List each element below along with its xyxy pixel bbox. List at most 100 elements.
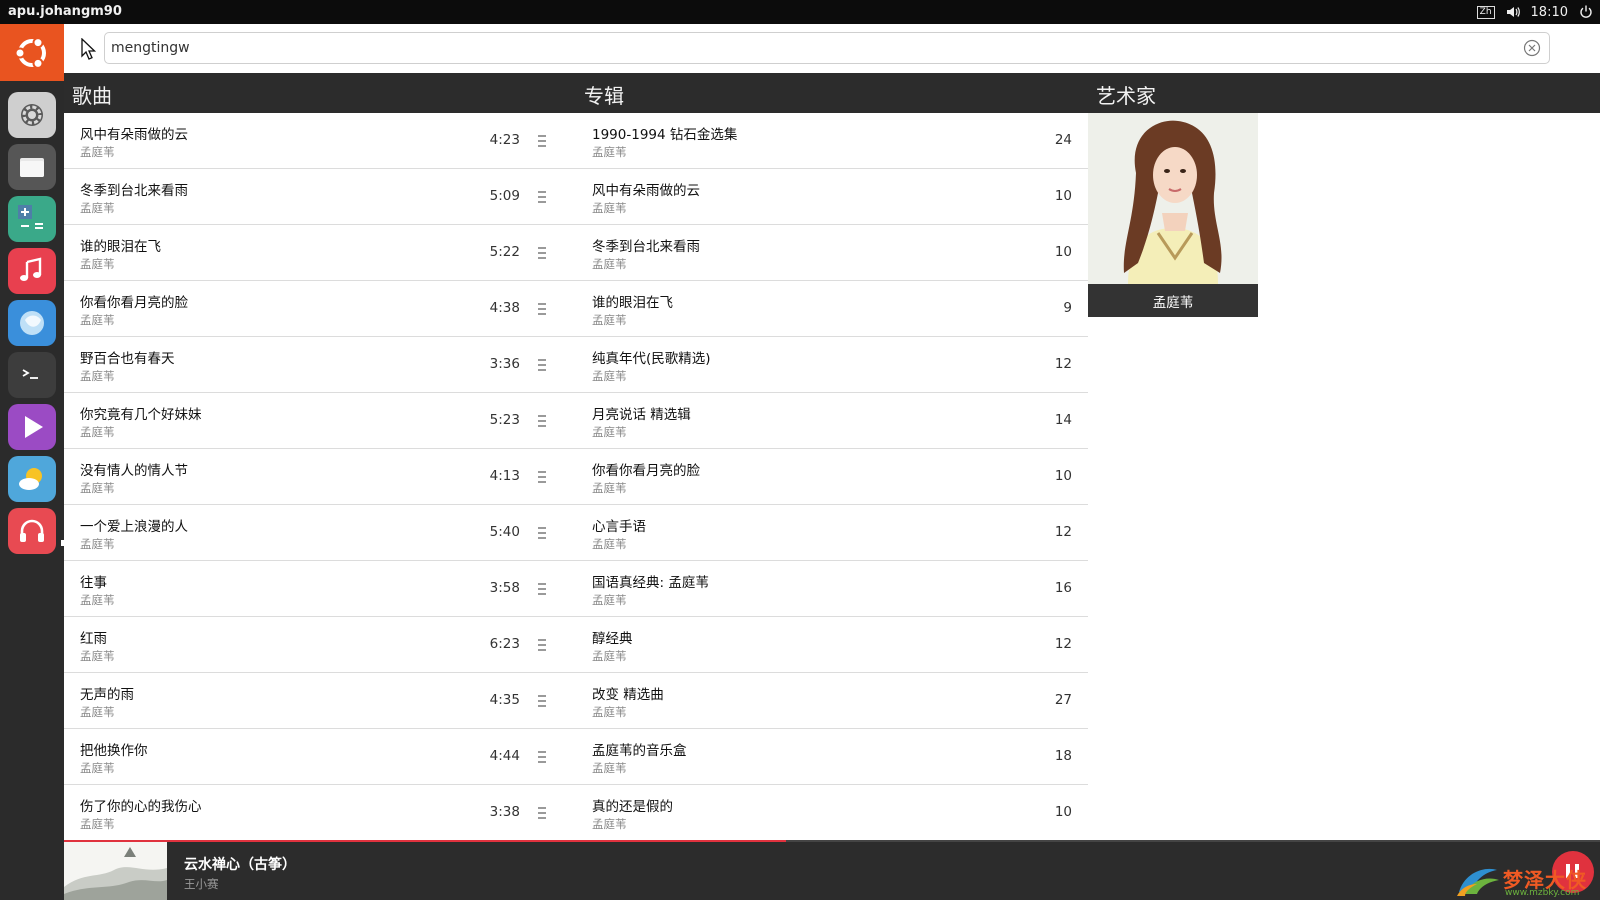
album-row[interactable]: 冬季到台北来看雨 孟庭苇 10 (576, 225, 1088, 281)
song-row[interactable]: 无声的雨孟庭苇 4:35 (64, 673, 576, 729)
album-track-count: 10 (1054, 188, 1072, 204)
song-row[interactable]: 往事 孟庭苇 3:58 (64, 561, 576, 617)
now-playing-bar[interactable]: 云水禅心（古筝） 王小赛 (64, 840, 1600, 900)
album-track-count: 10 (1054, 244, 1072, 260)
song-title: 无声的雨 (80, 687, 134, 703)
album-artist: 孟庭苇 (592, 313, 627, 327)
launcher-system-settings[interactable] (8, 92, 56, 138)
search-input[interactable] (111, 37, 1491, 59)
drag-handle-icon[interactable] (538, 805, 548, 821)
album-row[interactable]: 谁的眼泪在飞 孟庭苇 9 (576, 281, 1088, 337)
song-title: 把他换作你 (80, 743, 148, 759)
song-artist: 孟庭苇 (80, 705, 115, 719)
drag-handle-icon[interactable] (538, 469, 548, 485)
clear-search-icon[interactable] (1523, 39, 1541, 57)
drag-handle-icon[interactable] (538, 357, 548, 373)
launcher-terminal[interactable] (8, 352, 56, 398)
back-arrow-icon[interactable] (80, 38, 100, 60)
launcher-weather[interactable] (8, 456, 56, 502)
album-title: 醇经典 (592, 631, 633, 647)
panel-indicators: Zh 18:10 (1476, 2, 1594, 22)
album-title: 真的还是假的 (592, 799, 673, 815)
browser-icon (20, 311, 44, 335)
album-title: 孟庭苇的音乐盒 (592, 743, 687, 759)
song-duration: 4:35 (489, 692, 520, 708)
song-row[interactable]: 把他换作你 孟庭苇 4:44 (64, 729, 576, 785)
drag-handle-icon[interactable] (538, 637, 548, 653)
drag-handle-icon[interactable] (538, 133, 548, 149)
song-duration: 3:58 (489, 580, 520, 596)
drag-handle-icon[interactable] (538, 413, 548, 429)
album-track-count: 12 (1054, 636, 1072, 652)
song-duration: 5:23 (489, 412, 520, 428)
song-artist: 孟庭苇 (80, 201, 115, 215)
now-playing-title: 云水禅心（古筝） (184, 857, 296, 873)
watermark: 梦泽大侠 www.mzbky.com (1455, 860, 1600, 900)
song-title: 风中有朵雨做的云 (80, 127, 188, 143)
album-row[interactable]: 你看你看月亮的脸 孟庭苇 10 (576, 449, 1088, 505)
song-row[interactable]: 你看你看月亮的脸 孟庭苇 4:38 (64, 281, 576, 337)
drag-handle-icon[interactable] (538, 525, 548, 541)
song-row[interactable]: 风中有朵雨做的云 孟庭苇 4:23 (64, 113, 576, 169)
album-artist: 孟庭苇 (592, 425, 627, 439)
song-title: 一个爱上浪漫的人 (80, 519, 188, 535)
clock[interactable]: 18:10 (1531, 5, 1568, 20)
song-row[interactable]: 伤了你的心的我伤心 孟庭苇 3:38 (64, 785, 576, 841)
artist-card[interactable]: 孟庭苇 (1088, 113, 1258, 317)
song-row[interactable]: 冬季到台北来看雨 孟庭苇 5:09 (64, 169, 576, 225)
song-row[interactable]: 没有情人的情人节 孟庭苇 4:13 (64, 449, 576, 505)
ubuntu-home-button[interactable] (0, 24, 64, 81)
search-header (64, 24, 1600, 73)
launcher (0, 24, 64, 900)
album-row[interactable]: 国语真经典: 孟庭苇 孟庭苇 16 (576, 561, 1088, 617)
volume-icon[interactable] (1505, 4, 1521, 20)
drag-handle-icon[interactable] (538, 581, 548, 597)
song-artist: 孟庭苇 (80, 649, 115, 663)
album-row[interactable]: 纯真年代(民歌精选) 孟庭苇 12 (576, 337, 1088, 393)
album-row[interactable]: 心言手语 孟庭苇 12 (576, 505, 1088, 561)
drag-handle-icon[interactable] (538, 693, 548, 709)
songs-list: 风中有朵雨做的云 孟庭苇 4:23 冬季到台北来看雨 孟庭苇 5:09 谁的眼泪在飞 孟庭苇 5… (64, 113, 576, 841)
song-duration: 4:38 (489, 300, 520, 316)
launcher-music[interactable] (8, 248, 56, 294)
album-title: 纯真年代(民歌精选) (592, 351, 711, 367)
album-row[interactable]: 风中有朵雨做的云 孟庭苇 10 (576, 169, 1088, 225)
drag-handle-icon[interactable] (538, 749, 548, 765)
song-row[interactable]: 红雨 孟庭苇 6:23 (64, 617, 576, 673)
watermark-url: www.mzbky.com (1505, 888, 1580, 898)
drag-handle-icon[interactable] (538, 189, 548, 205)
launcher-media-player[interactable] (8, 404, 56, 450)
launcher-music-app[interactable] (8, 508, 56, 554)
album-row[interactable]: 孟庭苇的音乐盒 孟庭苇 18 (576, 729, 1088, 785)
album-artist: 孟庭苇 (592, 705, 627, 719)
album-artist: 孟庭苇 (592, 817, 627, 831)
album-track-count: 27 (1054, 692, 1072, 708)
song-row[interactable]: 谁的眼泪在飞 孟庭苇 5:22 (64, 225, 576, 281)
keyboard-layout-indicator[interactable]: Zh (1476, 5, 1495, 19)
song-duration: 3:38 (489, 804, 520, 820)
power-icon[interactable] (1578, 4, 1594, 20)
song-artist: 孟庭苇 (80, 145, 115, 159)
playback-progress-track[interactable] (64, 840, 1600, 842)
launcher-files[interactable] (8, 144, 56, 190)
album-row[interactable]: 真的还是假的 孟庭苇 10 (576, 785, 1088, 841)
song-artist: 孟庭苇 (80, 425, 115, 439)
album-artist: 孟庭苇 (592, 145, 627, 159)
section-headers: 歌曲 专辑 艺术家 (64, 73, 1600, 113)
song-row[interactable]: 你究竟有几个好妹妹 孟庭苇 5:23 (64, 393, 576, 449)
song-row[interactable]: 一个爱上浪漫的人 孟庭苇 5:40 (64, 505, 576, 561)
launcher-browser[interactable] (8, 300, 56, 346)
launcher-calculator[interactable] (8, 196, 56, 242)
album-row[interactable]: 改变 精选曲 孟庭苇 27 (576, 673, 1088, 729)
drag-handle-icon[interactable] (538, 301, 548, 317)
song-artist: 孟庭苇 (80, 593, 115, 607)
album-row[interactable]: 醇经典 孟庭苇 12 (576, 617, 1088, 673)
album-track-count: 16 (1054, 580, 1072, 596)
song-duration: 4:23 (489, 132, 520, 148)
album-row[interactable]: 1990-1994 钻石金选集 孟庭苇 24 (576, 113, 1088, 169)
album-row[interactable]: 月亮说话 精选辑 孟庭苇 14 (576, 393, 1088, 449)
song-row[interactable]: 野百合也有春天 孟庭苇 3:36 (64, 337, 576, 393)
drag-handle-icon[interactable] (538, 245, 548, 261)
search-box[interactable] (104, 32, 1550, 64)
song-title: 你看你看月亮的脸 (80, 295, 188, 311)
